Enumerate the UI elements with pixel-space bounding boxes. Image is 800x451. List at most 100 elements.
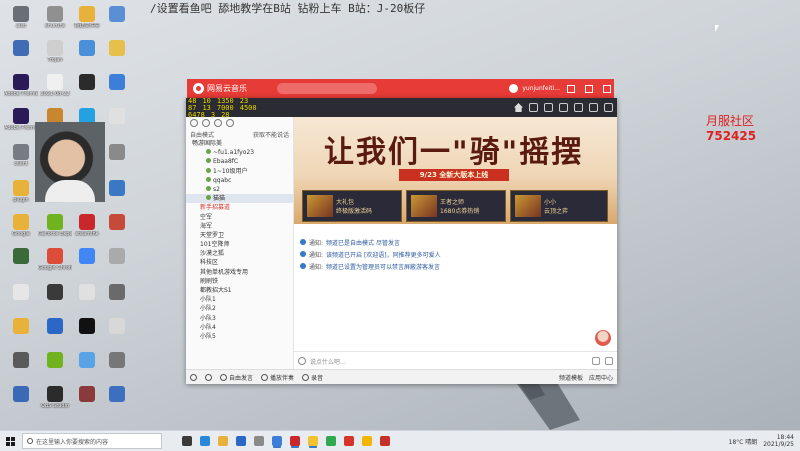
desktop-icon[interactable]: Adobe Premiere: [4, 74, 38, 97]
taskbar-app-icon[interactable]: [326, 436, 336, 446]
accompaniment-button[interactable]: 播放伴奏: [261, 373, 294, 382]
mode-row[interactable]: 自由模式 获取不能说话: [186, 129, 293, 139]
mascot-icon[interactable]: [595, 330, 611, 346]
taskbar-app-icon[interactable]: [200, 436, 210, 446]
banner-card[interactable]: 小小云顶之弈: [510, 190, 608, 222]
maximize-icon[interactable]: [585, 85, 593, 93]
desktop-icon[interactable]: [100, 386, 134, 403]
free-speak-button[interactable]: 自由发言: [220, 373, 253, 382]
desktop-icon[interactable]: [38, 284, 72, 301]
chat-bubble-icon[interactable]: [592, 357, 600, 365]
desktop-icon[interactable]: [70, 74, 104, 91]
banner-card[interactable]: 王者之师1680点券热销: [406, 190, 506, 222]
desktop-icon[interactable]: [100, 144, 134, 161]
taskbar-app-icon[interactable]: [290, 436, 300, 446]
desktop-icon[interactable]: [100, 318, 134, 335]
desktop-icon[interactable]: [100, 180, 134, 197]
record-button[interactable]: 录音: [302, 373, 323, 382]
channel-item[interactable]: 猫猫: [186, 194, 293, 203]
desktop-icon[interactable]: aiso: [4, 6, 38, 29]
desktop-icon[interactable]: [100, 248, 134, 265]
desktop-icon[interactable]: [70, 386, 104, 403]
desktop-icon[interactable]: [4, 318, 38, 335]
desktop-icon[interactable]: [38, 352, 72, 369]
desktop-icon[interactable]: client: [4, 144, 38, 167]
desktop-icon[interactable]: Google Chrome: [38, 248, 72, 271]
desktop-icon[interactable]: plugin: [4, 180, 38, 203]
desktop-icon[interactable]: 2021-08-22: [38, 74, 72, 97]
channel-item[interactable]: 科技区: [186, 258, 293, 267]
app-center-button[interactable]: 应用中心: [589, 373, 613, 382]
home-icon[interactable]: [514, 103, 523, 112]
music-user[interactable]: yunjunfeiti...: [509, 84, 614, 93]
desktop-icon[interactable]: [100, 284, 134, 301]
taskbar-app-icon[interactable]: [236, 436, 246, 446]
channel-item[interactable]: 空军: [186, 213, 293, 222]
weather-label[interactable]: 18°C 晴朗: [729, 437, 758, 446]
banner-card[interactable]: 大礼包终极版激活码: [302, 190, 402, 222]
taskbar-search-input[interactable]: 在这里输入你要搜索的内容: [22, 433, 162, 449]
channel-item[interactable]: 小队1: [186, 295, 293, 304]
taskbar-app-icon[interactable]: [218, 436, 228, 446]
channel-item[interactable]: 新手招募道: [186, 203, 293, 212]
channel-item[interactable]: ~fu1.a1fyo23: [186, 148, 293, 157]
channel-item[interactable]: 小队2: [186, 304, 293, 313]
mic-button[interactable]: [190, 374, 197, 381]
promo-banner[interactable]: 让我们一"骑"摇摆 9/23 全新大版本上线 大礼包终极版激活码 王者之师168…: [294, 117, 617, 224]
channel-item[interactable]: 小队4: [186, 323, 293, 332]
desktop-icon[interactable]: [70, 352, 104, 369]
channel-item[interactable]: 海军: [186, 222, 293, 231]
taskbar-app-icon[interactable]: [272, 436, 282, 446]
taskbar-app-icon[interactable]: [380, 436, 390, 446]
user-icon[interactable]: [214, 119, 222, 127]
desktop-icon[interactable]: [100, 214, 134, 231]
volume-button[interactable]: [205, 374, 212, 381]
desktop-icon[interactable]: [100, 108, 134, 125]
channel-item[interactable]: 101空降师: [186, 240, 293, 249]
chat-icon[interactable]: [202, 119, 210, 127]
desktop-icon[interactable]: steamlnk: [70, 214, 104, 237]
desktop-icon[interactable]: shuruFa: [38, 6, 72, 29]
desktop-icon[interactable]: [38, 318, 72, 335]
taskbar-app-icon[interactable]: [182, 436, 192, 446]
taskbar-app-icon[interactable]: [308, 436, 318, 446]
desktop-icon[interactable]: Google: [4, 214, 38, 237]
channel-item[interactable]: qqabc: [186, 176, 293, 185]
channel-item[interactable]: 天堂罗卫: [186, 231, 293, 240]
channel-item[interactable]: 其他单机游戏专用: [186, 268, 293, 277]
search-icon[interactable]: [190, 119, 198, 127]
maximize-icon[interactable]: [589, 103, 598, 112]
channel-item[interactable]: 小队5: [186, 332, 293, 341]
desktop-icon[interactable]: Trojan: [38, 40, 72, 63]
channel-item[interactable]: Ebaa8fC: [186, 157, 293, 166]
minimize-icon[interactable]: [574, 103, 583, 112]
desktop-icon[interactable]: [70, 284, 104, 301]
chat-input[interactable]: 说点什么吧...: [310, 357, 346, 366]
channel-item[interactable]: 畅游国际美: [186, 139, 293, 148]
taskbar-app-icon[interactable]: [254, 436, 264, 446]
desktop-icon[interactable]: [70, 318, 104, 335]
desktop-icon[interactable]: [4, 248, 38, 265]
desktop-icon[interactable]: 新建文件夹: [70, 6, 104, 29]
clock[interactable]: 18:442021/9/25: [763, 434, 794, 448]
desktop-icon[interactable]: [4, 40, 38, 57]
music-search-input[interactable]: [277, 83, 377, 94]
close-icon[interactable]: [604, 103, 613, 112]
windows-start-icon[interactable]: [6, 437, 15, 446]
menu-icon[interactable]: [559, 103, 568, 112]
gift-icon[interactable]: [605, 357, 613, 365]
desktop-icon[interactable]: [100, 74, 134, 91]
channel-item[interactable]: 小队3: [186, 314, 293, 323]
minimize-icon[interactable]: [567, 85, 575, 93]
bag-icon[interactable]: [544, 103, 553, 112]
desktop-icon[interactable]: [100, 40, 134, 57]
desktop-icon[interactable]: [70, 248, 104, 265]
apps-icon[interactable]: [529, 103, 538, 112]
star-icon[interactable]: [226, 119, 234, 127]
desktop-icon[interactable]: [4, 284, 38, 301]
channel-item[interactable]: 都教招大S1: [186, 286, 293, 295]
channel-item[interactable]: 1~10级用户: [186, 167, 293, 176]
desktop-icon[interactable]: [4, 386, 38, 403]
desktop-icon[interactable]: GeForce Experience: [38, 214, 72, 237]
close-icon[interactable]: [603, 85, 611, 93]
